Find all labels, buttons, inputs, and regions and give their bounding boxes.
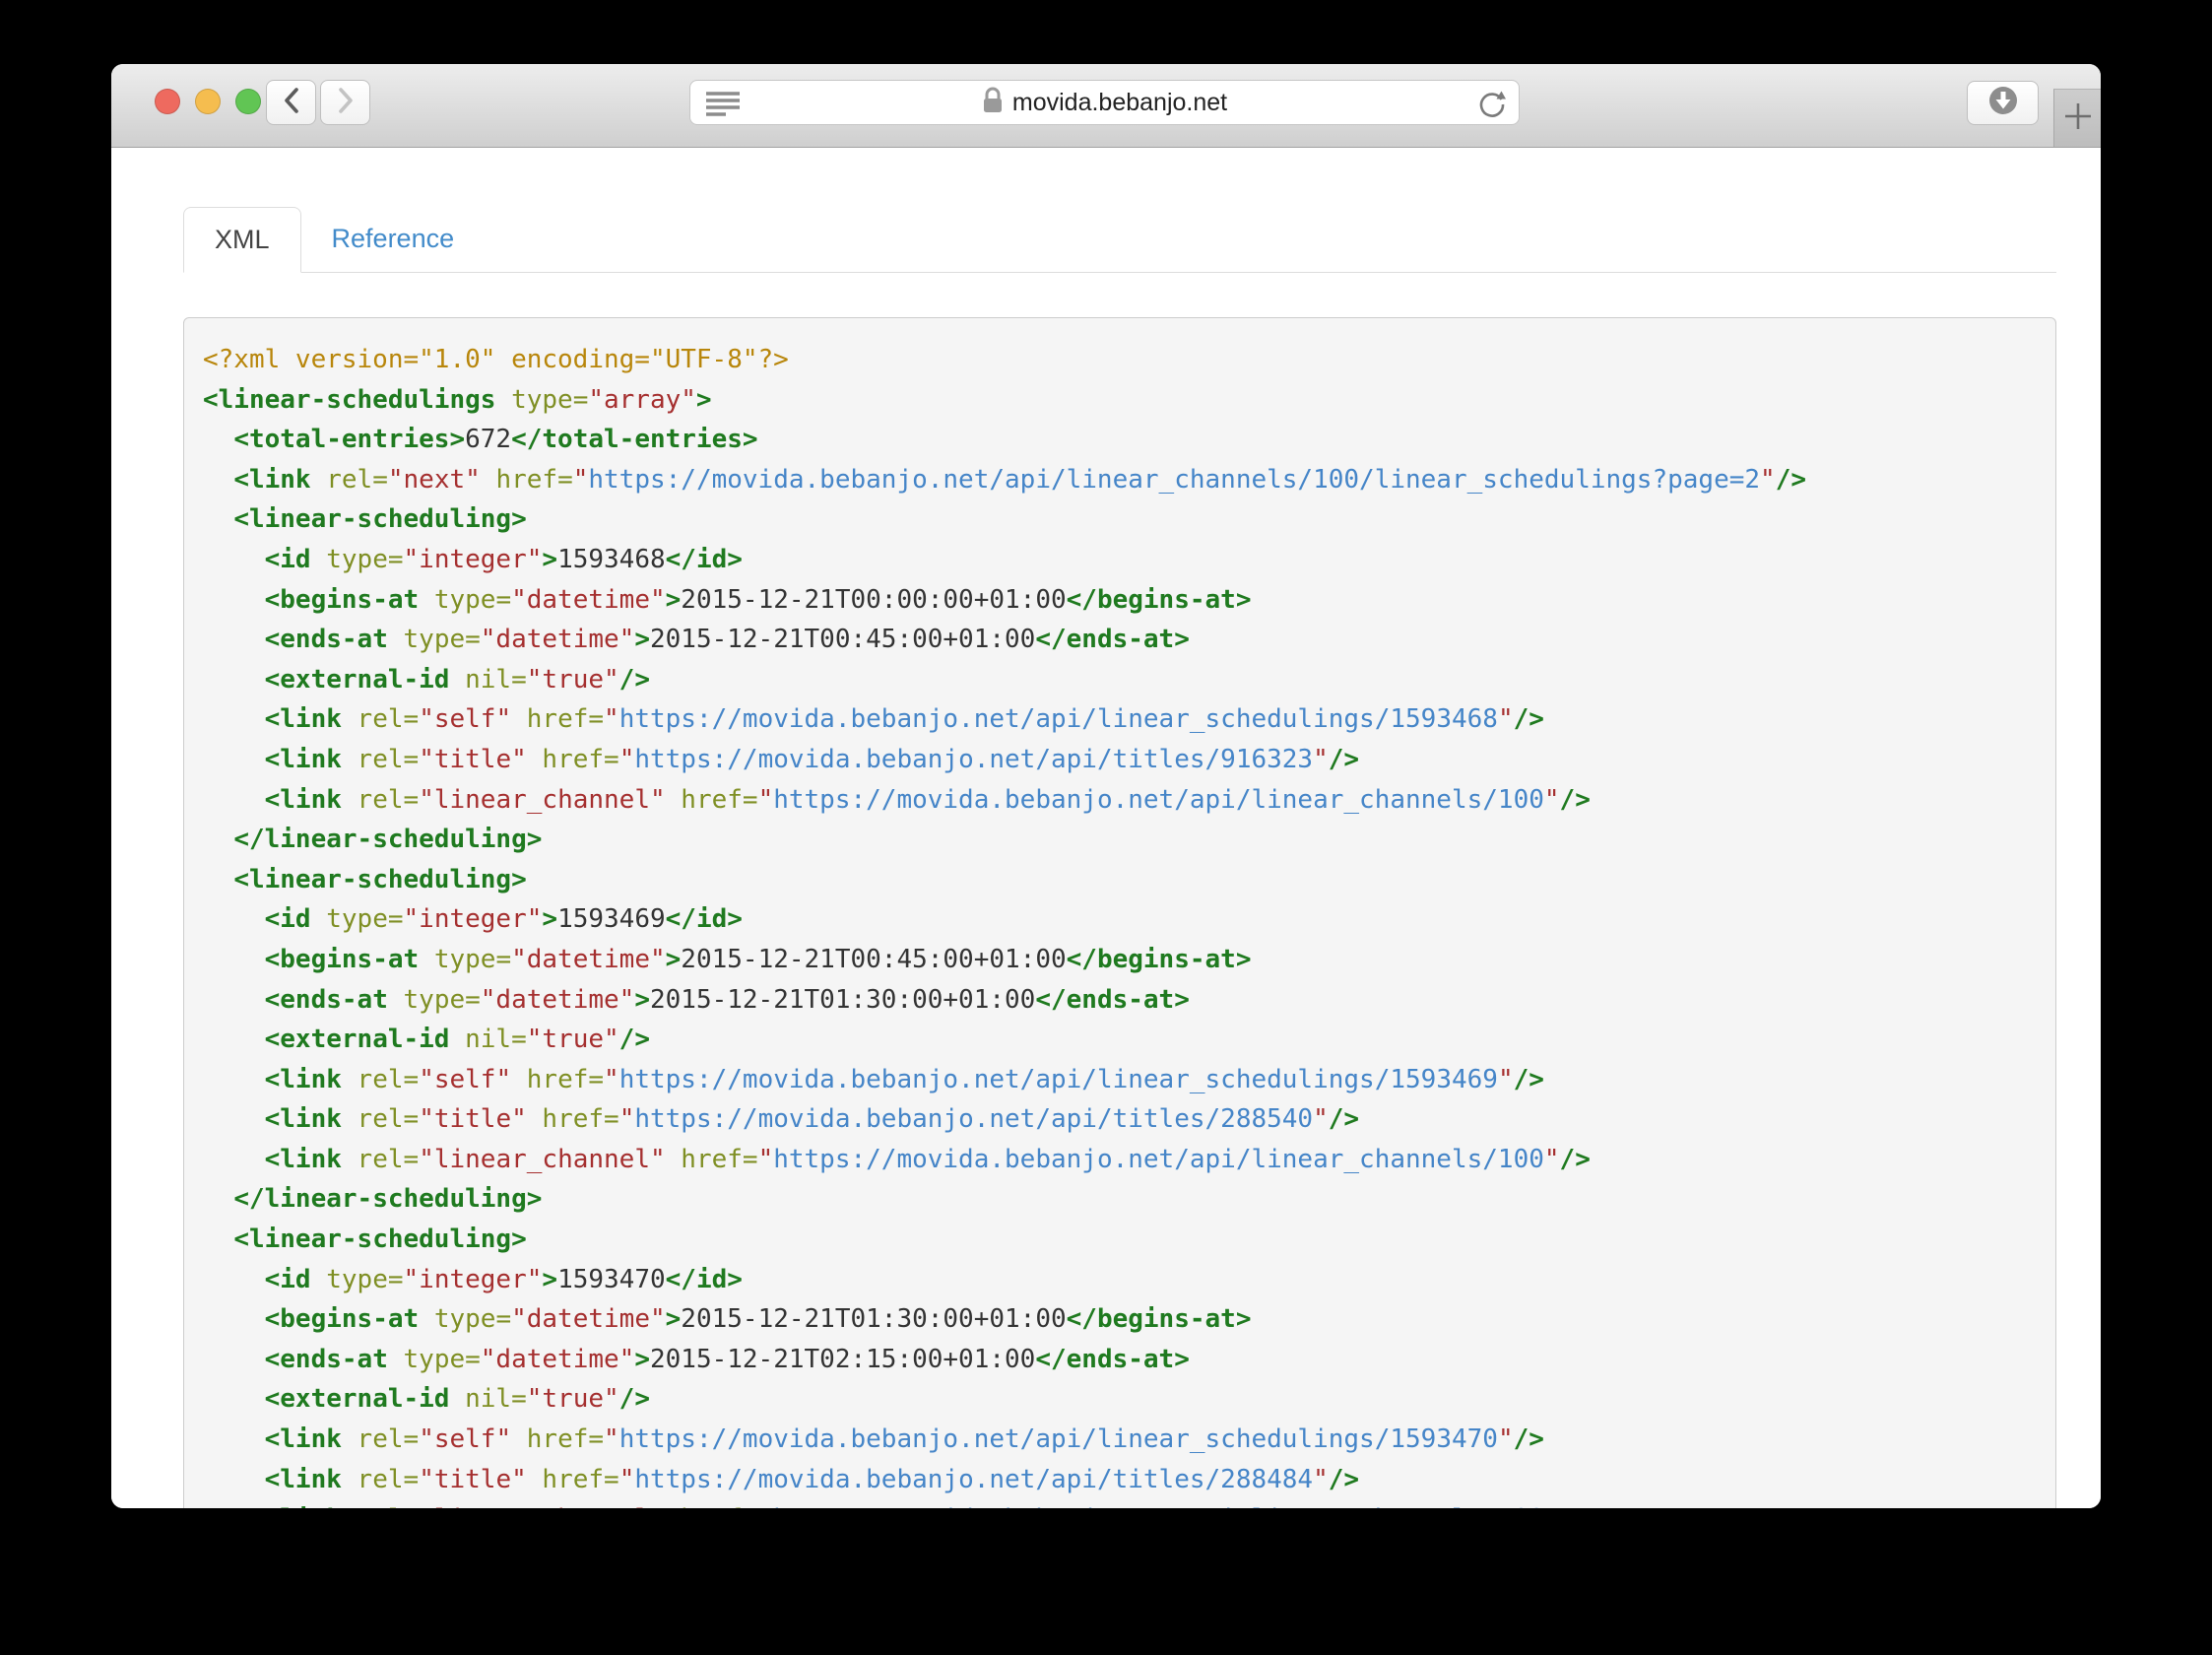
code-line: <id type="integer">1593468</id> <box>264 544 743 574</box>
tabs-row: XML Reference <box>183 206 2056 273</box>
tab-xml-label: XML <box>215 225 270 254</box>
code-line: <external-id nil="true"/> <box>264 664 650 695</box>
code-line: <?xml version="1.0" encoding="UTF-8"?> <box>203 345 789 374</box>
code-line: <begins-at type="datetime">2015-12-21T01… <box>264 1304 1252 1335</box>
code-line: </linear-scheduling> <box>233 825 543 855</box>
code-line: <linear-scheduling> <box>233 504 527 535</box>
lock-icon <box>982 87 1004 119</box>
forward-button[interactable] <box>320 80 370 125</box>
download-icon <box>1987 85 2019 121</box>
code-line: <link rel="title" href="https://movida.b… <box>264 1464 1360 1494</box>
new-tab-button[interactable] <box>2053 89 2101 147</box>
code-line: <linear-scheduling> <box>233 1225 527 1255</box>
code-line: <linear-schedulings type="array"> <box>203 384 712 415</box>
code-line: <external-id nil="true"/> <box>264 1384 650 1415</box>
code-line: <link rel="title" href="https://movida.b… <box>264 1104 1360 1135</box>
tab-reference[interactable]: Reference <box>301 206 486 272</box>
code-line: <link rel="self" href="https://movida.be… <box>264 704 1544 735</box>
close-icon[interactable] <box>155 89 180 114</box>
code-line: <ends-at type="datetime">2015-12-21T02:1… <box>264 1344 1190 1374</box>
zoom-icon[interactable] <box>235 89 261 114</box>
code-line: <begins-at type="datetime">2015-12-21T00… <box>264 944 1252 974</box>
reload-button[interactable] <box>1475 88 1509 121</box>
page-content: XML Reference <?xml version="1.0" encodi… <box>111 148 2101 1508</box>
reader-lines-icon[interactable] <box>704 90 744 122</box>
download-button[interactable] <box>1967 81 2039 125</box>
code-line: <external-id nil="true"/> <box>264 1025 650 1055</box>
code-line: <link rel="self" href="https://movida.be… <box>264 1424 1544 1455</box>
code-line: <ends-at type="datetime">2015-12-21T01:3… <box>264 984 1190 1015</box>
code-line: <link rel="self" href="https://movida.be… <box>264 1064 1544 1094</box>
code-line: <id type="integer">1593470</id> <box>264 1264 743 1294</box>
code-line: <link rel="linear_channel" href="https:/… <box>264 784 1591 815</box>
tab-xml[interactable]: XML <box>183 207 301 273</box>
code-line: <link rel="next" href="https://movida.be… <box>233 464 1806 495</box>
code-line: <begins-at type="datetime">2015-12-21T00… <box>264 584 1252 615</box>
tab-reference-label: Reference <box>331 224 455 253</box>
forward-icon <box>335 86 357 120</box>
window-controls <box>155 89 261 114</box>
back-icon <box>281 86 302 120</box>
code-line: <total-entries>672</total-entries> <box>233 425 758 455</box>
browser-toolbar: movida.bebanjo.net <box>111 64 2101 148</box>
code-line: <link rel="linear_channel" href="https:/… <box>203 1499 2037 1508</box>
minimize-icon[interactable] <box>195 89 221 114</box>
code-line: <link rel="linear_channel" href="https:/… <box>264 1144 1591 1174</box>
code-line: <id type="integer">1593469</id> <box>264 904 743 935</box>
browser-window: movida.bebanjo.net XML Reference <?xml v… <box>111 64 2101 1508</box>
address-bar[interactable]: movida.bebanjo.net <box>689 80 1520 125</box>
back-button[interactable] <box>266 80 316 125</box>
xml-code: <?xml version="1.0" encoding="UTF-8"?> <l… <box>183 317 2056 1508</box>
plus-icon <box>2063 101 2093 136</box>
nav-buttons <box>266 80 370 125</box>
url-text: movida.bebanjo.net <box>1011 88 1228 116</box>
address-content: movida.bebanjo.net <box>982 87 1227 119</box>
code-line: <link rel="title" href="https://movida.b… <box>264 744 1360 774</box>
code-line: <linear-scheduling> <box>233 864 527 894</box>
code-line: <ends-at type="datetime">2015-12-21T00:4… <box>264 625 1190 655</box>
code-line: </linear-scheduling> <box>233 1184 543 1215</box>
